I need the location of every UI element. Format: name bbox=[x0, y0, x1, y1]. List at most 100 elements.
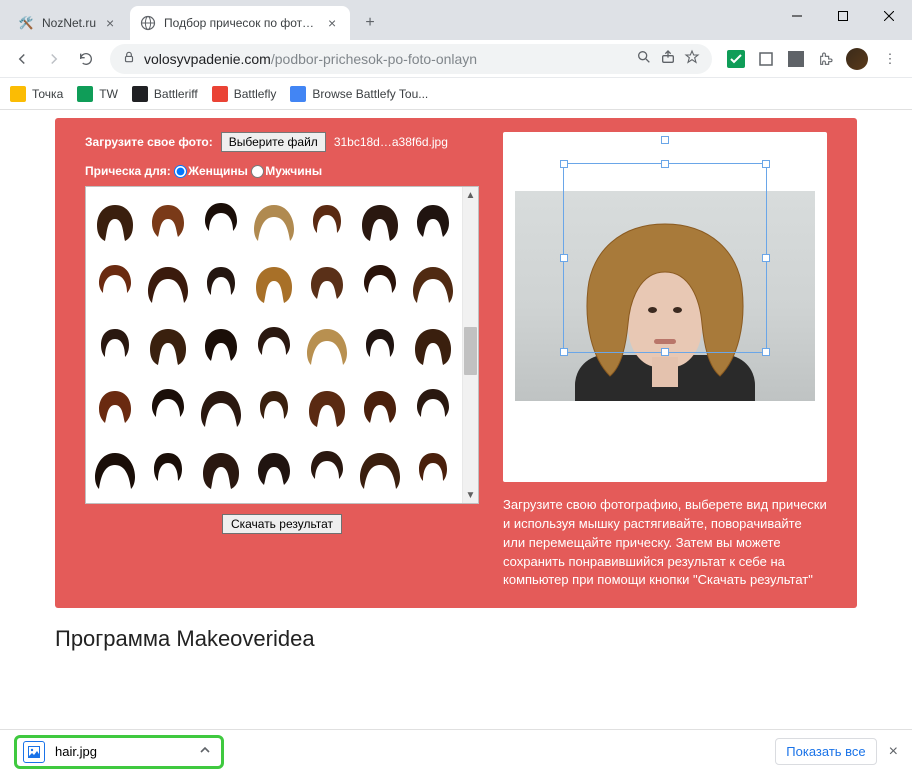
gender-row: Прическа для: Женщины Мужчины bbox=[85, 164, 479, 178]
bookmark-item[interactable]: Battleriff bbox=[132, 86, 198, 102]
gender-female-option[interactable]: Женщины bbox=[174, 164, 248, 178]
hairstyle-option[interactable] bbox=[143, 439, 194, 499]
hairstyle-option[interactable] bbox=[143, 253, 194, 313]
uploaded-filename: 31bc18d…a38f6d.jpg bbox=[334, 135, 448, 149]
minimize-button[interactable] bbox=[774, 0, 820, 32]
hairstyle-option[interactable] bbox=[90, 439, 141, 499]
page-content: Загрузите свое фото: Выберите файл 31bc1… bbox=[0, 110, 912, 729]
hairstyle-option[interactable] bbox=[354, 315, 405, 375]
back-button[interactable] bbox=[8, 45, 36, 73]
bookmark-item[interactable]: Battlefly bbox=[212, 86, 277, 102]
new-tab-button[interactable]: + bbox=[356, 9, 384, 37]
hairstyle-option[interactable] bbox=[407, 315, 458, 375]
scroll-down-icon[interactable]: ▼ bbox=[463, 487, 478, 503]
hairstyle-option[interactable] bbox=[301, 191, 352, 251]
profile-avatar[interactable] bbox=[846, 48, 868, 70]
bookmarks-bar: Точка TW Battleriff Battlefly Browse Battlef… bbox=[0, 78, 912, 110]
choose-file-button[interactable]: Выберите файл bbox=[221, 132, 326, 152]
globe-icon bbox=[140, 15, 156, 31]
browser-tab-active[interactable]: Подбор причесок по фото онла × bbox=[130, 6, 350, 40]
close-icon[interactable]: × bbox=[324, 15, 340, 31]
extension-icons bbox=[722, 48, 872, 70]
hairstyle-option[interactable] bbox=[249, 377, 300, 437]
bookmark-item[interactable]: Browse Battlefy Tou... bbox=[290, 86, 428, 102]
hairstyle-option[interactable] bbox=[354, 191, 405, 251]
hairstyle-option[interactable] bbox=[249, 439, 300, 499]
chevron-up-icon[interactable] bbox=[199, 744, 211, 759]
close-icon[interactable]: × bbox=[102, 15, 118, 31]
download-chip[interactable]: hair.jpg bbox=[14, 735, 224, 769]
url-text: volosyvpadenie.com/podbor-prichesok-po-f… bbox=[144, 51, 477, 67]
checkmark-extension-icon[interactable] bbox=[726, 49, 746, 69]
bookmark-favicon bbox=[77, 86, 93, 102]
hairstyle-option[interactable] bbox=[407, 253, 458, 313]
hairstyle-option[interactable] bbox=[196, 191, 247, 251]
extension-icon[interactable] bbox=[756, 49, 776, 69]
show-all-downloads-button[interactable]: Показать все bbox=[775, 738, 876, 765]
hairstyle-grid bbox=[86, 187, 462, 503]
hairstyle-option[interactable] bbox=[196, 439, 247, 499]
extensions-puzzle-icon[interactable] bbox=[816, 49, 836, 69]
upload-row: Загрузите свое фото: Выберите файл 31bc1… bbox=[85, 132, 479, 152]
gender-male-option[interactable]: Мужчины bbox=[251, 164, 322, 178]
hairstyle-option[interactable] bbox=[354, 253, 405, 313]
bookmark-favicon bbox=[10, 86, 26, 102]
uploaded-photo[interactable] bbox=[515, 191, 815, 401]
hairstyle-option[interactable] bbox=[301, 253, 352, 313]
hairstyle-option[interactable] bbox=[90, 253, 141, 313]
star-icon[interactable] bbox=[684, 49, 700, 68]
menu-button[interactable]: ⋮ bbox=[876, 45, 904, 73]
bookmark-item[interactable]: TW bbox=[77, 86, 118, 102]
hairstyle-option[interactable] bbox=[90, 377, 141, 437]
address-bar[interactable]: volosyvpadenie.com/podbor-prichesok-po-f… bbox=[110, 44, 712, 74]
maximize-button[interactable] bbox=[820, 0, 866, 32]
scroll-up-icon[interactable]: ▲ bbox=[463, 187, 478, 203]
right-column: Загрузите свою фотографию, выберете вид … bbox=[503, 132, 827, 590]
reload-button[interactable] bbox=[72, 45, 100, 73]
wrench-icon: 🛠️ bbox=[18, 15, 34, 31]
hairstyle-option[interactable] bbox=[407, 377, 458, 437]
hairstyle-option[interactable] bbox=[301, 315, 352, 375]
hairstyle-option[interactable] bbox=[301, 439, 352, 499]
download-result-button[interactable]: Скачать результат bbox=[222, 514, 342, 534]
hairstyle-option[interactable] bbox=[143, 315, 194, 375]
hairstyle-option[interactable] bbox=[196, 315, 247, 375]
bookmark-item[interactable]: Точка bbox=[10, 86, 63, 102]
close-shelf-button[interactable]: × bbox=[889, 743, 898, 761]
search-icon[interactable] bbox=[636, 49, 652, 68]
preview-card bbox=[503, 132, 827, 482]
hairstyle-option[interactable] bbox=[143, 377, 194, 437]
hairstyle-option[interactable] bbox=[143, 191, 194, 251]
hairstyle-option[interactable] bbox=[407, 191, 458, 251]
bookmark-favicon bbox=[212, 86, 228, 102]
extension-icon[interactable] bbox=[786, 49, 806, 69]
browser-tab-inactive[interactable]: 🛠️ NozNet.ru × bbox=[8, 6, 128, 40]
instructions-text: Загрузите свою фотографию, выберете вид … bbox=[503, 496, 827, 590]
hairstyle-option[interactable] bbox=[196, 377, 247, 437]
hairstyle-option[interactable] bbox=[354, 439, 405, 499]
section-title: Программа Makeoveridea bbox=[55, 626, 857, 652]
hairstyle-option[interactable] bbox=[196, 253, 247, 313]
share-icon[interactable] bbox=[660, 49, 676, 68]
scroll-thumb[interactable] bbox=[464, 327, 477, 375]
hairstyle-option[interactable] bbox=[407, 439, 458, 499]
browser-toolbar: volosyvpadenie.com/podbor-prichesok-po-f… bbox=[0, 40, 912, 78]
hairstyle-option[interactable] bbox=[249, 191, 300, 251]
hairstyle-option[interactable] bbox=[301, 377, 352, 437]
download-filename: hair.jpg bbox=[55, 744, 97, 759]
transform-box[interactable] bbox=[563, 163, 767, 353]
bookmark-favicon bbox=[290, 86, 306, 102]
hairstyle-option[interactable] bbox=[90, 315, 141, 375]
hairstyle-option[interactable] bbox=[249, 315, 300, 375]
hairstyle-option[interactable] bbox=[354, 377, 405, 437]
window-controls bbox=[774, 0, 912, 32]
lock-icon bbox=[122, 50, 136, 67]
hairstyle-tool-panel: Загрузите свое фото: Выберите файл 31bc1… bbox=[55, 118, 857, 608]
forward-button[interactable] bbox=[40, 45, 68, 73]
bookmark-label: Battleriff bbox=[154, 87, 198, 101]
hairstyle-option[interactable] bbox=[90, 191, 141, 251]
bookmark-label: Точка bbox=[32, 87, 63, 101]
hairstyle-option[interactable] bbox=[249, 253, 300, 313]
scrollbar[interactable]: ▲ ▼ bbox=[462, 187, 478, 503]
close-window-button[interactable] bbox=[866, 0, 912, 32]
